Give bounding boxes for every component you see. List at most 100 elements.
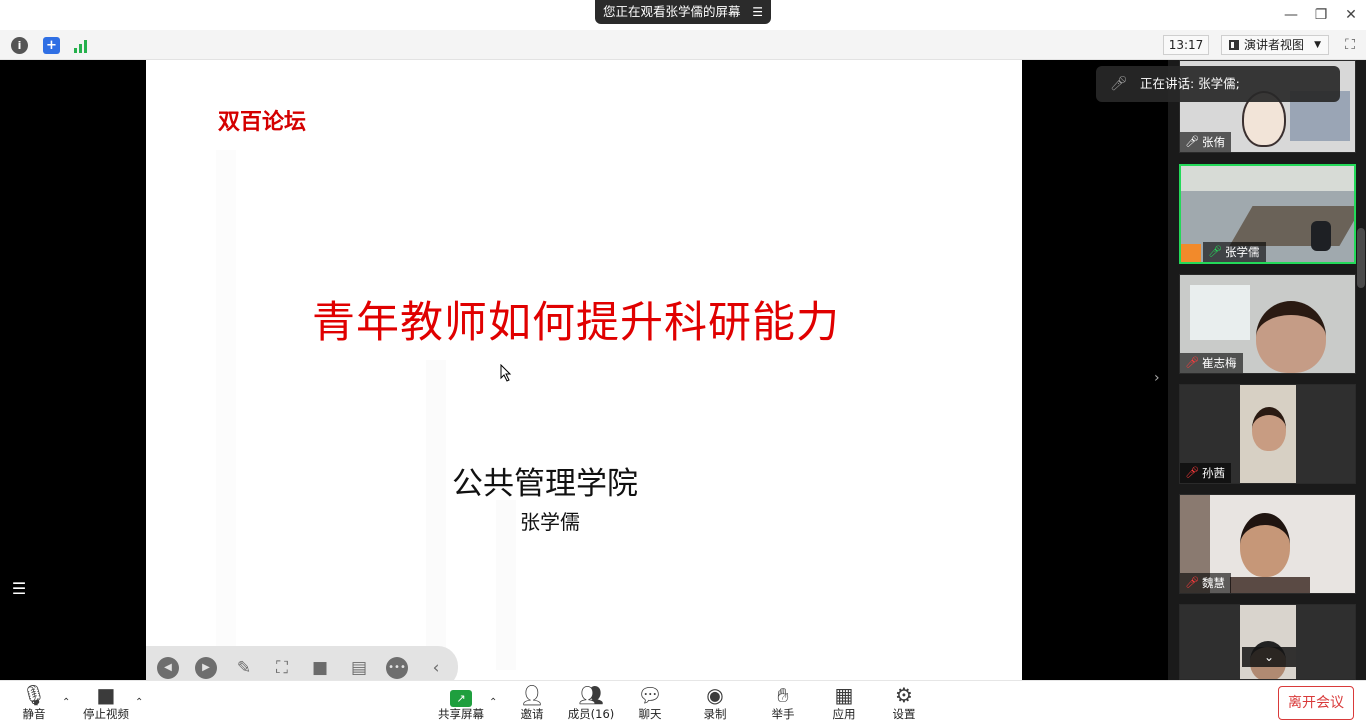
gear-icon: ⚙	[895, 683, 913, 707]
participant-label: 🎤︎ 张侑	[1180, 132, 1231, 152]
chat-label: 聊天	[638, 707, 662, 721]
video-feed-person	[1252, 407, 1286, 451]
view-label: 演讲者视图	[1244, 38, 1305, 52]
invite-label: 邀请	[520, 707, 544, 721]
raise-hand-button[interactable]: ✋︎ 举手	[765, 682, 801, 724]
participant-tile[interactable]: 🎤︎ 魏慧	[1179, 494, 1356, 594]
participant-name: 崔志梅	[1202, 356, 1237, 370]
settings-button[interactable]: ⚙ 设置	[886, 682, 922, 724]
slide-author: 张学儒	[520, 510, 580, 534]
panel-scrollbar[interactable]	[1357, 228, 1365, 288]
chevron-right-icon[interactable]: ›	[1154, 370, 1160, 386]
apps-icon: ▦	[834, 683, 854, 707]
restore-button[interactable]: ❐	[1311, 5, 1331, 25]
participant-name: 魏慧	[1202, 576, 1225, 590]
share-screen-label: 共享屏幕	[438, 707, 484, 721]
participant-tile[interactable]: 🎤︎ 孙茜	[1179, 384, 1356, 484]
record-icon: ◉	[706, 683, 724, 707]
collapse-left-icon[interactable]: ‹	[425, 657, 447, 679]
participant-label: 🎤︎ 崔志梅	[1180, 353, 1243, 373]
mute-label: 静音	[22, 707, 46, 721]
slide-background-decoration	[426, 360, 446, 670]
video-camera-icon: ■	[96, 683, 116, 707]
record-label: 录制	[703, 707, 727, 721]
participant-label: 🎤︎ 张学儒	[1203, 242, 1266, 262]
viewing-screen-banner[interactable]: 您正在观看张学儒的屏幕 ☰	[595, 0, 771, 24]
previous-icon[interactable]: ◀	[157, 657, 179, 679]
participant-tile-active[interactable]: 🎤︎ 张学儒	[1179, 164, 1356, 264]
settings-label: 设置	[892, 707, 916, 721]
microphone-icon: 🎤︎	[1185, 135, 1199, 148]
hand-icon: ✋︎	[777, 683, 789, 707]
microphone-muted-icon: 🎤︎	[1185, 466, 1199, 479]
slide-organization: 公共管理学院	[452, 466, 638, 502]
info-icon[interactable]: i	[11, 37, 28, 54]
participants-label: 成员(16)	[567, 707, 615, 721]
meeting-timer: 13:17	[1163, 35, 1209, 55]
participant-label: 🎤︎ 魏慧	[1180, 573, 1231, 593]
microphone-muted-icon: 🎤︎	[1185, 356, 1199, 369]
video-feed-table	[1229, 206, 1354, 246]
view-grid-icon	[1229, 40, 1239, 50]
participants-icon: 👥︎	[578, 683, 604, 707]
participant-tile[interactable]: ⌄	[1179, 604, 1356, 680]
meeting-toolbar	[0, 30, 1366, 60]
microphone-icon: 🎙︎	[21, 683, 47, 707]
audio-options-caret-icon[interactable]: ⌃	[62, 697, 70, 708]
chevron-down-icon: ▼	[1314, 40, 1321, 50]
participants-button[interactable]: 👥︎ 成员(16)	[566, 682, 616, 724]
mute-button[interactable]: 🎙︎ 静音	[14, 682, 54, 724]
chat-icon: 💬︎	[637, 683, 663, 707]
speaker-view-button[interactable]: 演讲者视图 ▼	[1221, 35, 1329, 55]
signal-strength-icon[interactable]	[73, 37, 91, 53]
video-feed-person	[1256, 301, 1326, 373]
screenshot-icon[interactable]: ⛶	[271, 657, 293, 679]
close-button[interactable]: ✕	[1341, 5, 1361, 25]
more-icon[interactable]: •••	[386, 657, 408, 679]
shared-screen-slide: 双百论坛 青年教师如何提升科研能力 公共管理学院 张学儒	[146, 60, 1022, 680]
speaking-indicator: 🎤︎ 正在讲话: 张学儒;	[1096, 66, 1340, 102]
microphone-icon: 🎤︎	[1208, 245, 1222, 258]
video-feed-wall	[1181, 166, 1354, 191]
record-button[interactable]: ◉ 录制	[697, 682, 733, 724]
video-feed-body	[1230, 577, 1310, 593]
add-user-icon: 👤︎	[519, 683, 545, 707]
list-menu-icon[interactable]: ☰	[752, 0, 763, 24]
slide-tag: 双百论坛	[218, 110, 307, 135]
comment-icon[interactable]: ▤	[348, 657, 370, 679]
list-icon[interactable]: ☰	[6, 577, 32, 601]
slide-background-decoration	[216, 150, 236, 670]
slide-background-decoration	[496, 500, 516, 670]
scroll-down-icon[interactable]: ⌄	[1242, 647, 1296, 667]
next-icon[interactable]: ▶	[195, 657, 217, 679]
speaking-text: 正在讲话: 张学儒;	[1140, 76, 1240, 91]
participant-tile[interactable]: 🎤︎ 崔志梅	[1179, 274, 1356, 374]
shield-icon[interactable]: +	[43, 37, 60, 54]
microphone-muted-icon: 🎤︎	[1185, 576, 1199, 589]
share-screen-icon: ↗	[436, 682, 486, 707]
participant-name: 孙茜	[1202, 466, 1225, 480]
participant-name: 张学儒	[1225, 245, 1260, 259]
slide-title: 青年教师如何提升科研能力	[312, 298, 840, 348]
camera-icon[interactable]: ■	[309, 657, 331, 679]
video-feed-window	[1190, 285, 1250, 340]
share-options-caret-icon[interactable]: ⌃	[489, 697, 497, 708]
mouse-cursor-icon	[500, 364, 512, 382]
video-options-caret-icon[interactable]: ⌃	[135, 697, 143, 708]
leave-meeting-button[interactable]: 离开会议	[1278, 686, 1354, 720]
video-feed-person	[1311, 221, 1331, 251]
invite-button[interactable]: 👤︎ 邀请	[514, 682, 550, 724]
apps-button[interactable]: ▦ 应用	[826, 682, 862, 724]
stop-video-button[interactable]: ■ 停止视频	[80, 682, 132, 724]
apps-label: 应用	[832, 707, 856, 721]
share-screen-button[interactable]: ↗ 共享屏幕	[436, 682, 486, 724]
bottom-control-bar	[0, 680, 1366, 724]
chat-button[interactable]: 💬︎ 聊天	[632, 682, 668, 724]
minimize-button[interactable]: —	[1281, 5, 1301, 25]
stop-video-label: 停止视频	[83, 707, 129, 721]
raise-hand-label: 举手	[771, 707, 795, 721]
pencil-icon[interactable]: ✎	[233, 657, 255, 679]
participant-label: 🎤︎ 孙茜	[1180, 463, 1231, 483]
fullscreen-icon[interactable]: ⛶	[1342, 37, 1358, 53]
presenter-avatar-icon	[1181, 244, 1201, 262]
